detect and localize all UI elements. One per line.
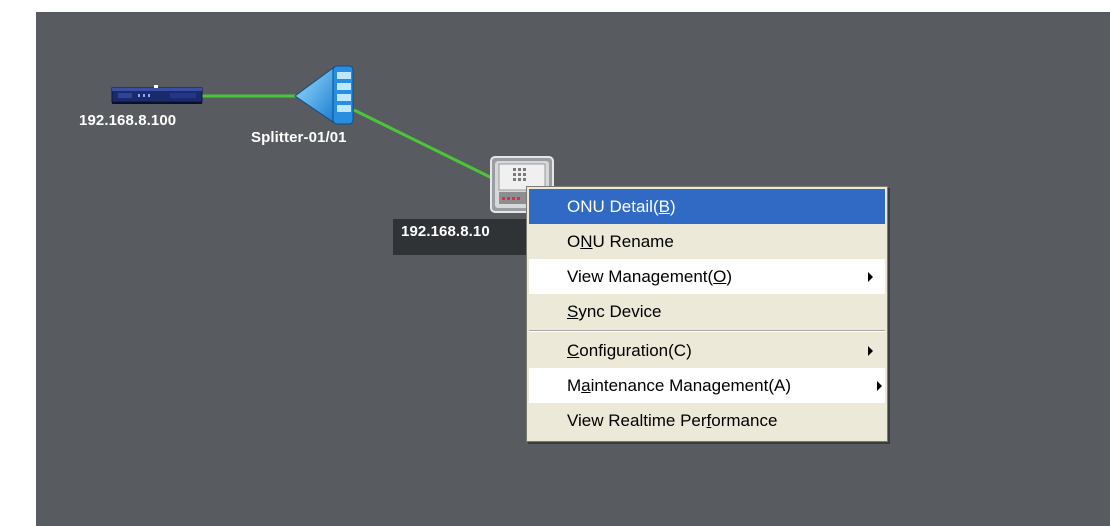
submenu-arrow-icon [868,346,873,356]
mnemonic: O [713,267,727,286]
splitter-label: Splitter-01/01 [251,129,347,146]
olt-label: 192.168.8.100 [79,112,177,129]
menu-item-view-realtime-performance[interactable]: View Realtime Performance [529,403,885,438]
menu-item-configuration[interactable]: Configuration(C) [529,333,885,368]
onu-label: 192.168.8.10 [393,219,533,255]
menu-item-maintenance-management[interactable]: Maintenance Management(A) [529,368,885,403]
menu-item-label: ONU Detail( [567,197,659,216]
mnemonic: N [580,232,593,251]
olt-device[interactable] [110,84,204,110]
mnemonic: C [567,341,580,360]
menu-separator [529,330,885,332]
menu-item-label: O [567,232,581,251]
menu-item-onu-detail[interactable]: ONU Detail(B) [529,189,885,224]
submenu-arrow-icon [868,272,873,282]
mnemonic: S [567,302,579,321]
optical-splitter-icon [294,65,354,125]
menu-item-sync-device[interactable]: Sync Device [529,294,885,329]
submenu-arrow-icon [877,381,882,391]
menu-item-label: View Realtime Per [567,411,707,430]
menu-item-label-rest: onfiguration(C) [579,341,692,360]
menu-item-label: View Management( [567,267,714,286]
menu-item-onu-rename[interactable]: ONU Rename [529,224,885,259]
menu-item-label: M [567,376,582,395]
menu-item-label-rest: ormance [711,411,778,430]
splitter-device[interactable] [293,64,357,130]
menu-item-label-rest: intenance Management(A) [590,376,791,395]
mnemonic: B [658,197,670,216]
menu-item-view-management[interactable]: View Management(O) [529,259,885,294]
splitter-onu-link [353,108,497,182]
menu-item-label-rest: ) [726,267,733,286]
olt-rack-icon [111,85,203,104]
onu-context-menu: ONU Detail(B) ONU Rename View Management… [526,186,888,442]
menu-item-label-rest: U Rename [592,232,674,251]
menu-item-label-rest: ) [669,197,676,216]
mnemonic: a [581,376,591,395]
menu-item-label-rest: ync Device [578,302,662,321]
